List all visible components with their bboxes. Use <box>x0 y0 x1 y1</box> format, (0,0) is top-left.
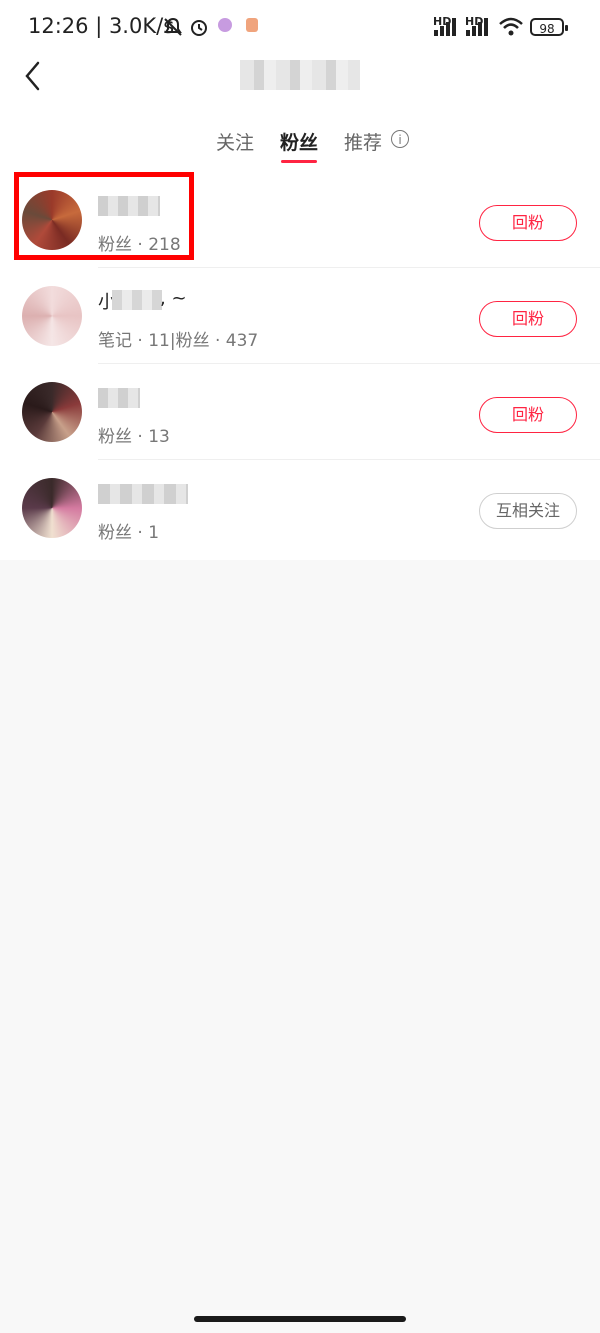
follow-back-button[interactable]: 回粉 <box>479 205 577 241</box>
list-item[interactable]: 小 , ~ 笔记 · 11|粉丝 · 437 回粉 <box>0 268 600 364</box>
mute-bell-icon <box>162 16 184 42</box>
tab-following[interactable]: 关注 <box>216 128 254 155</box>
list-item[interactable]: 粉丝 · 1 互相关注 <box>0 460 600 556</box>
avatar[interactable] <box>22 478 82 538</box>
tab-followers[interactable]: 粉丝 <box>280 128 318 155</box>
user-name-obscured <box>98 484 188 504</box>
status-bar: 12:26 | 3.0K/s HD HD 98 <box>0 0 600 56</box>
battery-icon: 98 <box>530 18 568 36</box>
mutual-follow-button[interactable]: 互相关注 <box>479 493 577 529</box>
user-stats: 笔记 · 11|粉丝 · 437 <box>98 331 259 351</box>
alarm-icon <box>188 16 210 42</box>
tab-recommended[interactable]: 推荐 <box>344 128 382 155</box>
user-name-obscured <box>98 388 140 408</box>
follower-count: 粉丝 · 13 <box>98 427 170 447</box>
signal-icon <box>466 18 494 36</box>
page-title-obscured <box>240 60 360 90</box>
app-notification-icon <box>246 18 258 32</box>
app-notification-icon <box>218 18 232 32</box>
tab-bar: 关注 粉丝 推荐 i <box>0 124 600 164</box>
home-indicator[interactable] <box>194 1316 406 1322</box>
back-icon[interactable] <box>22 60 52 92</box>
info-icon[interactable]: i <box>391 130 409 148</box>
highlight-box <box>14 172 194 260</box>
wifi-icon <box>498 16 524 44</box>
status-time: 12:26 | 3.0K/s <box>28 14 175 38</box>
follow-back-button[interactable]: 回粉 <box>479 397 577 433</box>
user-name-obscured <box>112 290 162 310</box>
active-tab-indicator <box>281 160 317 163</box>
signal-icon <box>434 18 462 36</box>
list-item[interactable]: 粉丝 · 13 回粉 <box>0 364 600 460</box>
user-name-suffix: , ~ <box>160 288 187 309</box>
follower-count: 粉丝 · 1 <box>98 523 160 543</box>
follow-back-button[interactable]: 回粉 <box>479 301 577 337</box>
avatar[interactable] <box>22 286 82 346</box>
avatar[interactable] <box>22 382 82 442</box>
